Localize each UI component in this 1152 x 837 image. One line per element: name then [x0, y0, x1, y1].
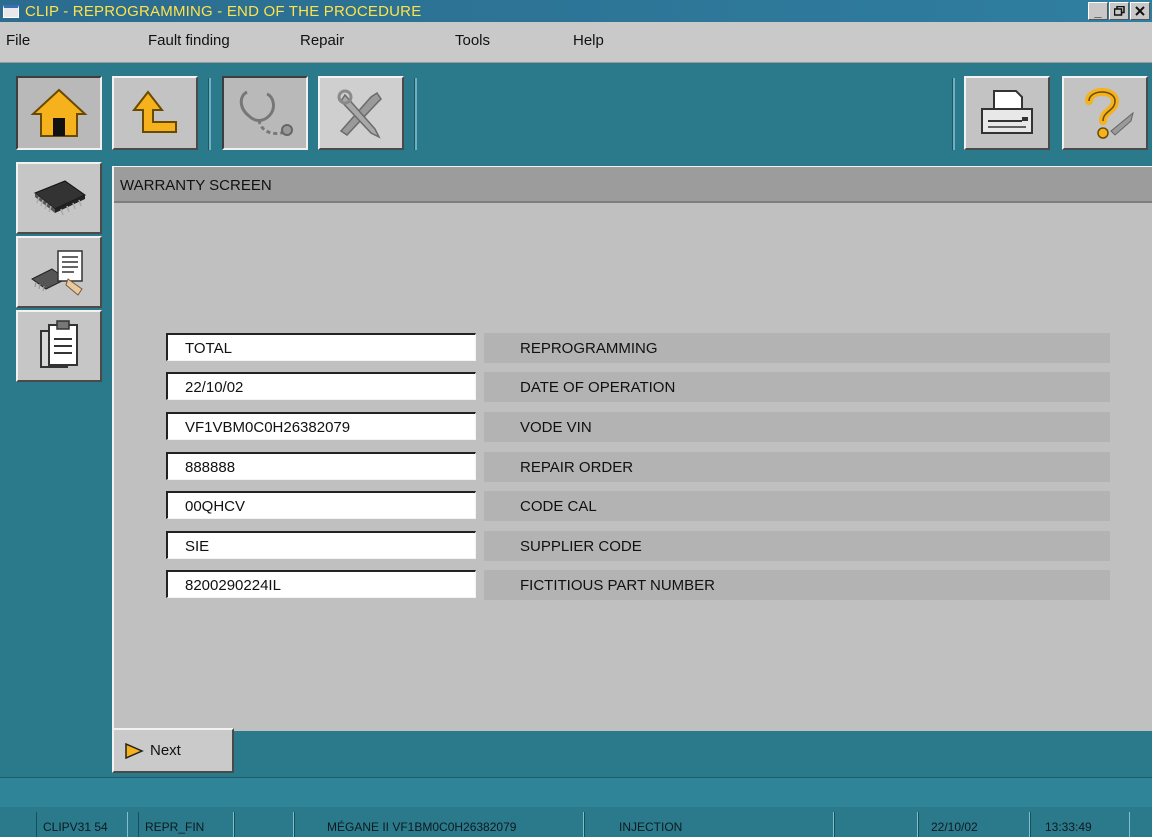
vin-field[interactable]: VF1VBM0C0H26382079 [166, 412, 476, 440]
code-cal-label: CODE CAL [484, 491, 1110, 521]
status-date: 22/10/02 [918, 812, 1030, 837]
stethoscope-icon [239, 90, 293, 136]
chip-document-icon [31, 250, 83, 296]
field-row-part-number: 8200290224IL FICTITIOUS PART NUMBER [166, 570, 1110, 600]
home-button[interactable] [16, 76, 102, 150]
vin-label: VODE VIN [484, 412, 1110, 442]
date-of-operation-field[interactable]: 22/10/02 [166, 372, 476, 400]
menu-fault-finding[interactable]: Fault finding [148, 32, 230, 49]
status-empty [234, 812, 294, 837]
window-icon [3, 4, 19, 18]
report-button[interactable] [16, 310, 102, 382]
ecu-document-button[interactable] [16, 236, 102, 308]
status-time: 13:33:49 [1030, 812, 1130, 837]
menu-file[interactable]: File [6, 32, 30, 49]
help-button[interactable] [1062, 76, 1148, 150]
play-arrow-icon [125, 742, 144, 759]
action-bar [112, 731, 1152, 777]
back-button[interactable] [112, 76, 198, 150]
title-bar: CLIP - REPROGRAMMING - END OF THE PROCED… [0, 0, 1152, 22]
next-button[interactable]: Next [112, 728, 234, 773]
message-strip [0, 777, 1152, 807]
diagnostic-button[interactable] [222, 76, 308, 150]
minimize-button[interactable]: _ [1088, 2, 1108, 20]
field-row-date: 22/10/02 DATE OF OPERATION [166, 372, 1110, 402]
window-controls: _ [1087, 2, 1150, 20]
status-system: INJECTION [584, 812, 834, 837]
reprogramming-label: REPROGRAMMING [484, 333, 1110, 363]
window-title: CLIP - REPROGRAMMING - END OF THE PROCED… [25, 2, 422, 20]
supplier-code-label: SUPPLIER CODE [484, 531, 1110, 561]
field-row-vin: VF1VBM0C0H26382079 VODE VIN [166, 412, 1110, 442]
panel-title: WARRANTY SCREEN [114, 167, 1152, 203]
status-vehicle: MÉGANE II VF1BM0C0H26382079 [294, 812, 584, 837]
field-row-code-cal: 00QHCV CODE CAL [166, 491, 1110, 521]
help-icon [1085, 88, 1134, 139]
status-screen: REPR_FIN [138, 812, 234, 837]
close-button[interactable] [1130, 2, 1150, 20]
next-label: Next [150, 742, 181, 759]
up-arrow-icon [131, 90, 177, 133]
part-number-label: FICTITIOUS PART NUMBER [484, 570, 1110, 600]
field-row-repair-order: 888888 REPAIR ORDER [166, 452, 1110, 482]
printer-icon [981, 90, 1033, 134]
supplier-code-field[interactable]: SIE [166, 531, 476, 559]
menu-repair[interactable]: Repair [300, 32, 344, 49]
status-bar: CLIPV31 54 REPR_FIN MÉGANE II VF1BM0C0H2… [0, 807, 1152, 837]
toolbar-separator [952, 78, 955, 150]
menu-help[interactable]: Help [573, 32, 604, 49]
warranty-panel: WARRANTY SCREEN TOTAL REPROGRAMMING 22/1… [112, 166, 1152, 731]
code-cal-field[interactable]: 00QHCV [166, 491, 476, 519]
menu-bar: File Fault finding Repair Tools Help [0, 22, 1152, 63]
status-version: CLIPV31 54 [36, 812, 128, 837]
print-button[interactable] [964, 76, 1050, 150]
toolbar-separator [414, 78, 417, 150]
field-row-reprogramming: TOTAL REPROGRAMMING [166, 333, 1110, 363]
repair-order-field[interactable]: 888888 [166, 452, 476, 480]
clipboard-icon [40, 320, 78, 368]
field-row-supplier-code: SIE SUPPLIER CODE [166, 531, 1110, 561]
maximize-button[interactable] [1109, 2, 1129, 20]
menu-tools[interactable]: Tools [455, 32, 490, 49]
toolbar [0, 64, 1152, 160]
chip-icon [34, 180, 86, 216]
toolbar-separator [208, 78, 211, 150]
status-empty [834, 812, 918, 837]
repair-order-label: REPAIR ORDER [484, 452, 1110, 482]
ecu-button[interactable] [16, 162, 102, 234]
date-of-operation-label: DATE OF OPERATION [484, 372, 1110, 402]
total-field[interactable]: TOTAL [166, 333, 476, 361]
tools-icon [337, 89, 382, 139]
home-icon [30, 88, 88, 137]
repair-tools-button[interactable] [318, 76, 404, 150]
part-number-field[interactable]: 8200290224IL [166, 570, 476, 598]
